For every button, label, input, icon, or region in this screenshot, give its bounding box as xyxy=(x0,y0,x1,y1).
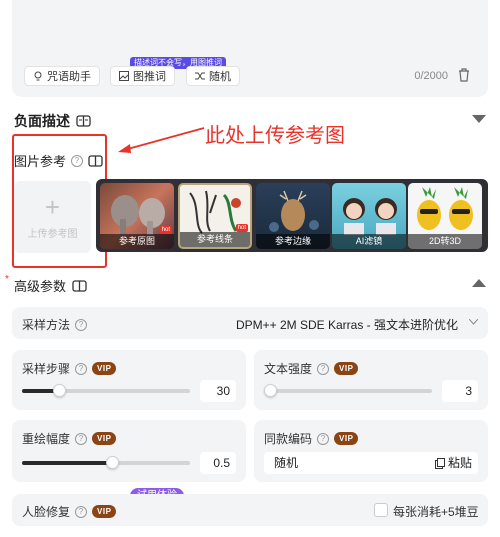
denoise-label: 重绘幅度 xyxy=(22,432,71,446)
sampler-label: 采样方法 xyxy=(22,318,71,332)
plus-icon: + xyxy=(44,191,61,222)
reference-mode-thumb[interactable]: hot 参考原图 xyxy=(100,183,174,249)
chevron-down-icon[interactable] xyxy=(472,115,486,123)
help-icon[interactable]: ? xyxy=(317,362,330,375)
help-icon[interactable]: ? xyxy=(75,432,88,445)
thumb-caption: 2D转3D xyxy=(408,234,482,249)
vip-badge: VIP xyxy=(334,432,359,445)
steps-input[interactable]: 30 xyxy=(200,380,236,402)
vip-badge: VIP xyxy=(92,432,117,445)
book-icon xyxy=(76,115,91,127)
reference-mode-strip: hot 参考原图 hot 参考线条 参考边缘 AI滤镜 2D转3D xyxy=(96,179,488,252)
paste-label: 粘贴 xyxy=(447,456,472,470)
book-icon xyxy=(88,154,103,167)
seed-card: 同款编码 ? VIP 随机 粘贴 xyxy=(254,420,488,482)
help-icon[interactable]: ? xyxy=(75,505,88,518)
random-button[interactable]: 随机 xyxy=(186,66,240,86)
thumb-caption: 参考线条 xyxy=(180,232,250,247)
thumb-caption: AI滤镜 xyxy=(332,234,406,249)
image-to-prompt-label: 图推词 xyxy=(133,71,166,83)
spell-assistant-label: 咒语助手 xyxy=(47,71,91,83)
denoise-card: 重绘幅度 ? VIP 0.5 xyxy=(12,420,246,482)
paste-button[interactable]: 粘贴 xyxy=(434,452,472,474)
reference-mode-thumb[interactable]: AI滤镜 xyxy=(332,183,406,249)
hot-badge: hot xyxy=(159,226,172,234)
steps-card: 采样步骤 ? VIP 30 xyxy=(12,350,246,410)
vip-badge: VIP xyxy=(92,362,117,375)
help-icon[interactable]: ? xyxy=(75,362,88,375)
random-label: 随机 xyxy=(209,71,231,83)
sampler-value: DPM++ 2M SDE Karras - 强文本进阶优化 xyxy=(235,318,458,332)
vip-badge: VIP xyxy=(92,505,117,518)
vip-badge: VIP xyxy=(334,362,359,375)
book-icon xyxy=(72,279,87,292)
cfg-slider[interactable] xyxy=(264,384,432,397)
deer-image xyxy=(269,190,319,232)
help-icon[interactable]: ? xyxy=(75,318,88,331)
steps-slider[interactable] xyxy=(22,384,190,397)
cfg-label: 文本强度 xyxy=(264,362,313,376)
portrait-image xyxy=(343,198,397,235)
upload-reference-label: 上传参考图 xyxy=(27,228,78,240)
reference-mode-thumb[interactable]: hot 参考线条 xyxy=(178,183,252,249)
denoise-input[interactable]: 0.5 xyxy=(200,452,236,474)
face-restore-checkbox[interactable] xyxy=(374,503,388,517)
seed-value: 随机 xyxy=(274,456,299,470)
reference-mode-thumb[interactable]: 2D转3D xyxy=(408,183,482,249)
thumb-caption: 参考边缘 xyxy=(256,234,330,249)
slider-knob[interactable] xyxy=(53,384,66,397)
face-restore-cost: 每张消耗+5堆豆 xyxy=(393,505,479,519)
reference-mode-thumb[interactable]: 参考边缘 xyxy=(256,183,330,249)
seed-input[interactable]: 随机 粘贴 xyxy=(264,452,478,474)
char-counter: 0/2000 xyxy=(414,70,448,82)
help-icon[interactable]: ? xyxy=(317,432,330,445)
image-reference-label: 图片参考 xyxy=(14,154,67,169)
annotation-text: 此处上传参考图 xyxy=(205,123,345,147)
prompt-input-area[interactable]: 咒语助手 描述词不会写，用图推词 图推词 随机 0/2000 xyxy=(12,0,488,97)
advanced-params-header[interactable]: 高级参数 xyxy=(14,276,87,295)
denoise-slider[interactable] xyxy=(22,456,190,469)
seed-label: 同款编码 xyxy=(264,432,313,446)
shuffle-icon xyxy=(195,72,205,80)
help-icon[interactable]: ? xyxy=(71,154,84,167)
chevron-down-icon xyxy=(469,319,478,325)
chevron-up-icon[interactable] xyxy=(472,279,486,287)
slider-knob[interactable] xyxy=(264,384,277,397)
slider-fill xyxy=(22,461,112,465)
paste-icon xyxy=(434,457,445,469)
lightbulb-icon xyxy=(34,71,42,80)
slider-knob[interactable] xyxy=(106,456,119,469)
cfg-input[interactable]: 3 xyxy=(442,380,478,402)
upload-reference-button[interactable]: + 上传参考图 xyxy=(14,181,91,253)
trash-icon[interactable] xyxy=(458,68,470,82)
image-icon xyxy=(119,71,129,81)
face-restore-row: 人脸修复 ? VIP 每张消耗+5堆豆 xyxy=(12,494,488,526)
hot-badge: hot xyxy=(235,224,248,232)
face-restore-label: 人脸修复 xyxy=(22,505,71,519)
required-marker: * xyxy=(5,274,9,285)
spell-assistant-button[interactable]: 咒语助手 xyxy=(24,66,100,86)
cfg-card: 文本强度 ? VIP 3 xyxy=(254,350,488,410)
steps-label: 采样步骤 xyxy=(22,362,71,376)
sampler-row[interactable]: 采样方法 ? DPM++ 2M SDE Karras - 强文本进阶优化 xyxy=(12,307,488,339)
annotation-arrow-icon xyxy=(118,127,205,153)
negative-prompt-header[interactable]: 负面描述 xyxy=(14,111,91,131)
negative-prompt-title: 负面描述 xyxy=(14,113,70,129)
thumb-caption: 参考原图 xyxy=(100,234,174,249)
pineapple-image xyxy=(417,187,473,230)
image-to-prompt-button[interactable]: 图推词 xyxy=(110,66,175,86)
advanced-params-title: 高级参数 xyxy=(14,279,67,294)
image-reference-header: 图片参考 ? xyxy=(14,151,103,170)
